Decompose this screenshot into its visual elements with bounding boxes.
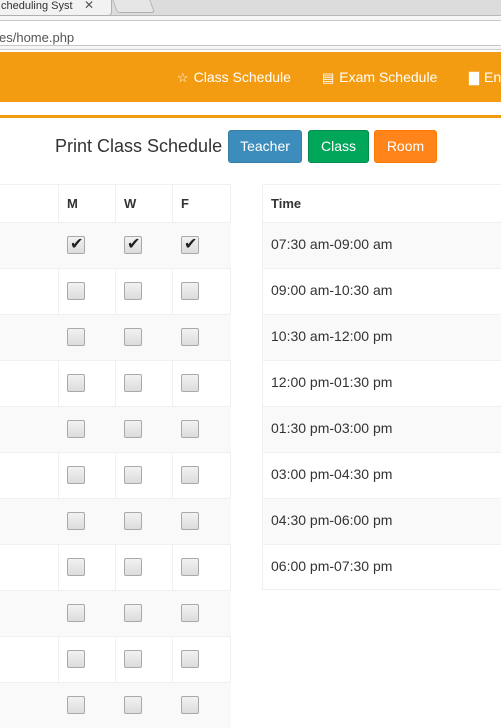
browser-tab[interactable]: cheduling Syst ✕ xyxy=(0,0,112,16)
day-checkbox-f[interactable] xyxy=(181,604,199,622)
days-row xyxy=(0,682,231,728)
address-bar[interactable]: es/home.php xyxy=(0,20,501,46)
main-navbar: ☆ Class Schedule ▤ Exam Schedule ▇ En xyxy=(0,52,501,102)
day-checkbox-f[interactable] xyxy=(181,234,199,254)
time-slot: 03:00 pm-04:30 pm xyxy=(271,466,393,482)
nav-third-item-label: En xyxy=(484,69,501,85)
days-row xyxy=(0,452,231,498)
time-row: 06:00 pm-07:30 pm xyxy=(263,544,501,590)
file-icon: ▇ xyxy=(469,70,479,85)
time-row: 04:30 pm-06:00 pm xyxy=(263,498,501,544)
day-checkbox-m[interactable] xyxy=(67,650,85,668)
day-checkbox-w[interactable] xyxy=(124,558,142,576)
day-checkbox-m[interactable] xyxy=(67,604,85,622)
new-tab-button[interactable] xyxy=(110,0,156,13)
days-row xyxy=(0,222,231,268)
time-row: 03:00 pm-04:30 pm xyxy=(263,452,501,498)
day-checkbox-w[interactable] xyxy=(124,374,142,392)
day-checkbox-m[interactable] xyxy=(67,282,85,300)
day-checkbox-f[interactable] xyxy=(181,282,199,300)
nav-class-schedule-label: Class Schedule xyxy=(193,69,291,85)
day-checkbox-w[interactable] xyxy=(124,466,142,484)
days-row xyxy=(0,544,231,590)
days-row xyxy=(0,406,231,452)
browser-tab-title: cheduling Syst xyxy=(1,0,73,12)
day-checkbox-w[interactable] xyxy=(124,328,142,346)
days-row xyxy=(0,314,231,360)
class-button[interactable]: Class xyxy=(308,130,369,163)
day-header-w: W xyxy=(124,196,137,211)
day-checkbox-f[interactable] xyxy=(181,328,199,346)
print-title: Print Class Schedule xyxy=(55,136,223,156)
nav-third-item[interactable]: ▇ En xyxy=(469,69,501,86)
browser-tab-bar: cheduling Syst ✕ xyxy=(0,0,501,16)
time-slot: 09:00 am-10:30 am xyxy=(271,282,393,298)
days-row xyxy=(0,360,231,406)
day-checkbox-m[interactable] xyxy=(67,558,85,576)
day-checkbox-w[interactable] xyxy=(124,420,142,438)
nav-class-schedule[interactable]: ☆ Class Schedule xyxy=(177,69,291,86)
day-checkbox-m[interactable] xyxy=(67,512,85,530)
time-slot: 01:30 pm-03:00 pm xyxy=(271,420,393,436)
day-checkbox-f[interactable] xyxy=(181,696,199,714)
days-row xyxy=(0,268,231,314)
nav-exam-schedule-label: Exam Schedule xyxy=(339,69,438,85)
accent-divider xyxy=(0,115,501,118)
time-slot: 04:30 pm-06:00 pm xyxy=(271,512,393,528)
days-table: M W F xyxy=(0,184,231,728)
teacher-button[interactable]: Teacher xyxy=(228,130,302,163)
days-row xyxy=(0,636,231,682)
day-checkbox-m[interactable] xyxy=(67,696,85,714)
time-slot: 10:30 am-12:00 pm xyxy=(271,328,393,344)
browser-toolbar: es/home.php xyxy=(0,16,501,50)
time-header: Time xyxy=(271,196,302,211)
day-checkbox-f[interactable] xyxy=(181,466,199,484)
day-checkbox-w[interactable] xyxy=(124,696,142,714)
time-row: 10:30 am-12:00 pm xyxy=(263,314,501,360)
time-row: 12:00 pm-01:30 pm xyxy=(263,360,501,406)
day-checkbox-f[interactable] xyxy=(181,374,199,392)
day-checkbox-m[interactable] xyxy=(67,234,85,254)
day-checkbox-f[interactable] xyxy=(181,650,199,668)
nav-exam-schedule[interactable]: ▤ Exam Schedule xyxy=(322,69,437,86)
time-slot: 07:30 am-09:00 am xyxy=(271,236,393,252)
time-row: 07:30 am-09:00 am xyxy=(263,222,501,268)
day-checkbox-f[interactable] xyxy=(181,512,199,530)
day-checkbox-w[interactable] xyxy=(124,282,142,300)
day-checkbox-m[interactable] xyxy=(67,420,85,438)
time-row: 09:00 am-10:30 am xyxy=(263,268,501,314)
time-row: 01:30 pm-03:00 pm xyxy=(263,406,501,452)
time-table-header: Time xyxy=(263,184,501,222)
close-icon[interactable]: ✕ xyxy=(84,0,94,12)
day-checkbox-m[interactable] xyxy=(67,466,85,484)
day-checkbox-m[interactable] xyxy=(67,374,85,392)
day-checkbox-m[interactable] xyxy=(67,328,85,346)
day-checkbox-w[interactable] xyxy=(124,604,142,622)
day-header-m: M xyxy=(67,196,78,211)
address-bar-url: es/home.php xyxy=(0,30,75,45)
room-button[interactable]: Room xyxy=(374,130,437,163)
days-row xyxy=(0,590,231,636)
time-table: Time 07:30 am-09:00 am 09:00 am-10:30 am 1… xyxy=(262,184,501,590)
time-slot: 06:00 pm-07:30 pm xyxy=(271,558,393,574)
days-row xyxy=(0,498,231,544)
day-checkbox-f[interactable] xyxy=(181,420,199,438)
star-icon: ☆ xyxy=(177,70,189,85)
day-checkbox-f[interactable] xyxy=(181,558,199,576)
days-table-header: M W F xyxy=(0,184,231,222)
day-checkbox-w[interactable] xyxy=(124,512,142,530)
list-icon: ▤ xyxy=(322,70,335,85)
day-header-f: F xyxy=(181,196,189,211)
day-checkbox-w[interactable] xyxy=(124,234,142,254)
time-slot: 12:00 pm-01:30 pm xyxy=(271,374,393,390)
day-checkbox-w[interactable] xyxy=(124,650,142,668)
